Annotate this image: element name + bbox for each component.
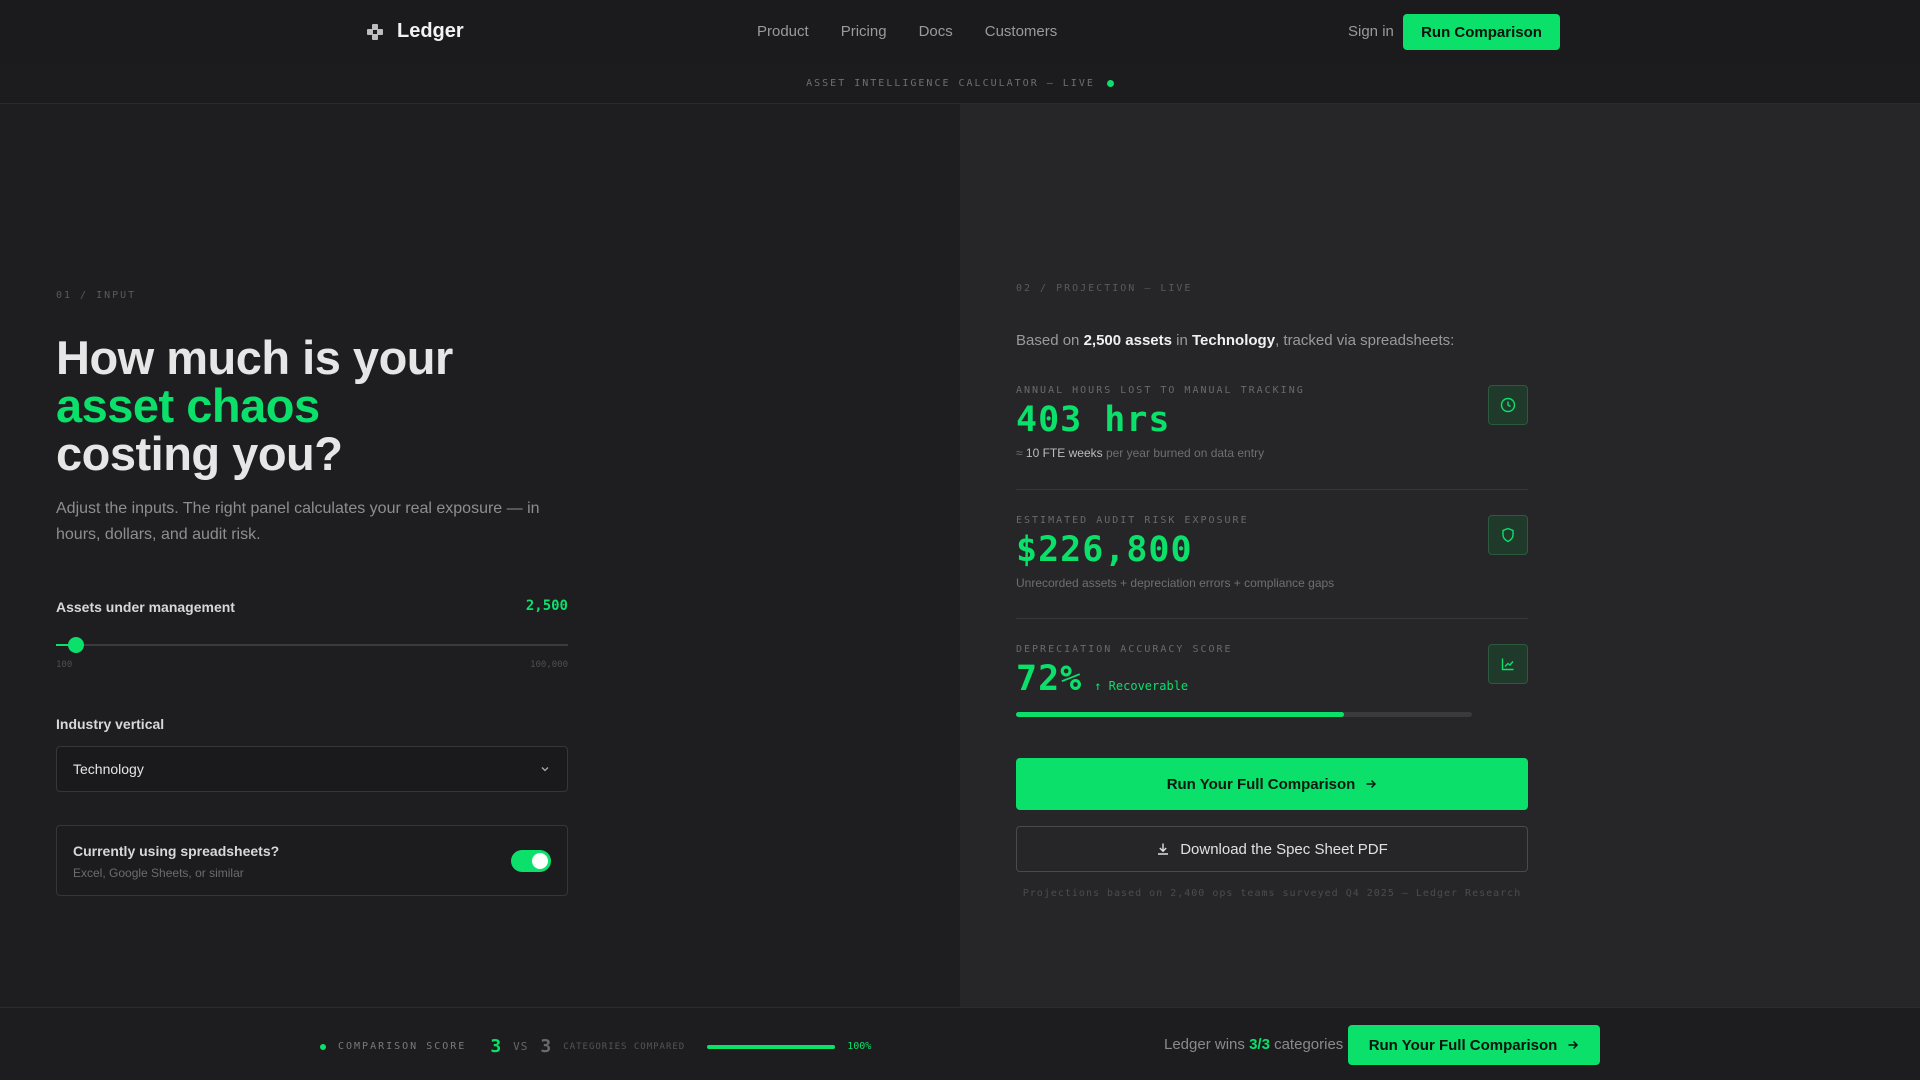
- wins-summary: Ledger wins 3/3 categories: [1164, 1036, 1343, 1053]
- accuracy-tag: ↑ Recoverable: [1094, 679, 1189, 693]
- accuracy-label: DEPRECIATION ACCURACY SCORE: [1016, 644, 1233, 655]
- risk-label: ESTIMATED AUDIT RISK EXPOSURE: [1016, 515, 1249, 526]
- comparison-percent: 100%: [847, 1041, 872, 1052]
- accuracy-value: 72%: [1016, 659, 1083, 699]
- ticker-text: ASSET INTELLIGENCE CALCULATOR — LIVE: [806, 78, 1095, 89]
- spreadsheet-title: Currently using spreadsheets?: [73, 843, 280, 859]
- live-ticker: ASSET INTELLIGENCE CALCULATOR — LIVE: [0, 64, 1920, 104]
- bottom-cta-label: Run Your Full Comparison: [1368, 1036, 1558, 1054]
- industry-label: Industry vertical: [56, 716, 165, 732]
- nav-link-pricing[interactable]: Pricing: [841, 23, 887, 40]
- arrow-right-icon: [1366, 779, 1377, 789]
- live-dot-icon: [1106, 80, 1114, 87]
- spreadsheet-hint: Excel, Google Sheets, or similar: [73, 866, 244, 880]
- hours-note-bold: 10 FTE weeks: [1025, 446, 1103, 460]
- hours-label: ANNUAL HOURS LOST TO MANUAL TRACKING: [1016, 385, 1305, 396]
- slider-min: 100: [56, 660, 73, 670]
- input-subtitle: Adjust the inputs. The right panel calcu…: [56, 500, 540, 543]
- toggle-knob: [532, 853, 548, 869]
- accuracy-row: 72% ↑ Recoverable: [1016, 659, 1528, 699]
- left-score: 3: [490, 1036, 502, 1057]
- vs-label: VS: [513, 1040, 529, 1053]
- nav-link-customers[interactable]: Customers: [985, 23, 1058, 40]
- clock-icon: [1488, 385, 1528, 425]
- download-icon: [1158, 843, 1169, 855]
- accuracy-progress-fill: [1016, 712, 1345, 717]
- comparison-bar: COMPARISON SCORE 3 VS 3 CATEGORIES COMPA…: [0, 1007, 1920, 1080]
- cta-main-label: Run Your Full Comparison: [1166, 775, 1356, 793]
- arrow-right-icon: [1568, 1040, 1579, 1050]
- assets-label: Assets under management: [56, 599, 235, 615]
- page-title: How much is your asset chaos costing you…: [56, 334, 453, 478]
- wins-post: categories: [1269, 1036, 1344, 1053]
- shield-icon: [1488, 515, 1528, 555]
- summary-mid: in: [1171, 332, 1192, 349]
- brand-logo[interactable]: Ledger: [367, 20, 464, 43]
- run-full-comparison-button[interactable]: Run Your Full Comparison: [1016, 758, 1528, 810]
- top-nav: Ledger Product Pricing Docs Customers Si…: [0, 0, 1920, 64]
- hours-note-pre: ≈: [1016, 446, 1026, 460]
- metric-divider: [1016, 489, 1528, 490]
- wins-pre: Ledger wins: [1164, 1036, 1250, 1053]
- metric-divider: [1016, 618, 1528, 619]
- nav-link-product[interactable]: Product: [757, 23, 809, 40]
- risk-note: Unrecorded assets + depreciation errors …: [1016, 576, 1335, 590]
- assets-slider[interactable]: [56, 637, 568, 653]
- cta-secondary-label: Download the Spec Sheet PDF: [1180, 840, 1388, 858]
- hours-note-post: per year burned on data entry: [1102, 446, 1265, 460]
- sign-in-link[interactable]: Sign in: [1348, 23, 1394, 40]
- headline-line-2: costing you?: [56, 427, 343, 480]
- comparison-progress-track: [707, 1044, 836, 1049]
- nav-links: Product Pricing Docs Customers: [757, 23, 1057, 40]
- risk-metric: ESTIMATED AUDIT RISK EXPOSURE $226,800 U…: [1016, 515, 1528, 595]
- summary-industry: Technology: [1192, 332, 1276, 349]
- logo-icon: [367, 23, 383, 40]
- wins-value: 3/3: [1249, 1036, 1270, 1053]
- chart-icon: [1488, 644, 1528, 684]
- assets-value: 2,500: [525, 598, 568, 614]
- hours-metric: ANNUAL HOURS LOST TO MANUAL TRACKING 403…: [1016, 385, 1528, 465]
- projection-section-label: 02 / PROJECTION — LIVE: [1016, 283, 1193, 294]
- comparison-score: COMPARISON SCORE 3 VS 3 CATEGORIES COMPA…: [320, 1036, 871, 1057]
- headline-accent: asset chaos: [56, 379, 320, 432]
- industry-select[interactable]: Technology: [56, 746, 568, 792]
- download-spec-sheet-button[interactable]: Download the Spec Sheet PDF: [1016, 826, 1528, 872]
- hours-value: 403 hrs: [1016, 400, 1171, 440]
- slider-max: 100,000: [530, 660, 568, 670]
- categories-label: CATEGORIES COMPARED: [563, 1041, 686, 1052]
- industry-selected: Technology: [73, 761, 144, 777]
- bottom-run-comparison-button[interactable]: Run Your Full Comparison: [1348, 1025, 1600, 1065]
- score-label: COMPARISON SCORE: [338, 1041, 467, 1052]
- chevron-down-icon: [541, 767, 549, 772]
- accuracy-progress-track: [1016, 712, 1472, 717]
- input-section-label: 01 / INPUT: [56, 290, 137, 301]
- summary-pre: Based on: [1016, 332, 1084, 349]
- comparison-progress-fill: [707, 1044, 836, 1049]
- score-dot-icon: [320, 1043, 326, 1050]
- spreadsheet-toggle-card: Currently using spreadsheets? Excel, Goo…: [56, 825, 568, 896]
- summary-assets: 2,500 assets: [1083, 332, 1172, 349]
- headline-line-1: How much is your: [56, 331, 453, 384]
- right-score: 3: [540, 1036, 552, 1057]
- hours-note: ≈ 10 FTE weeks per year burned on data e…: [1016, 446, 1528, 460]
- projection-summary: Based on 2,500 assets in Technology, tra…: [1016, 332, 1454, 349]
- projection-footnote: Projections based on 2,400 ops teams sur…: [1022, 888, 1522, 899]
- brand-name: Ledger: [397, 20, 464, 42]
- summary-post: , tracked via spreadsheets:: [1275, 332, 1455, 349]
- run-comparison-button[interactable]: Run Comparison: [1403, 14, 1560, 50]
- nav-link-docs[interactable]: Docs: [919, 23, 953, 40]
- spreadsheet-toggle[interactable]: [511, 850, 551, 872]
- risk-value: $226,800: [1016, 530, 1193, 570]
